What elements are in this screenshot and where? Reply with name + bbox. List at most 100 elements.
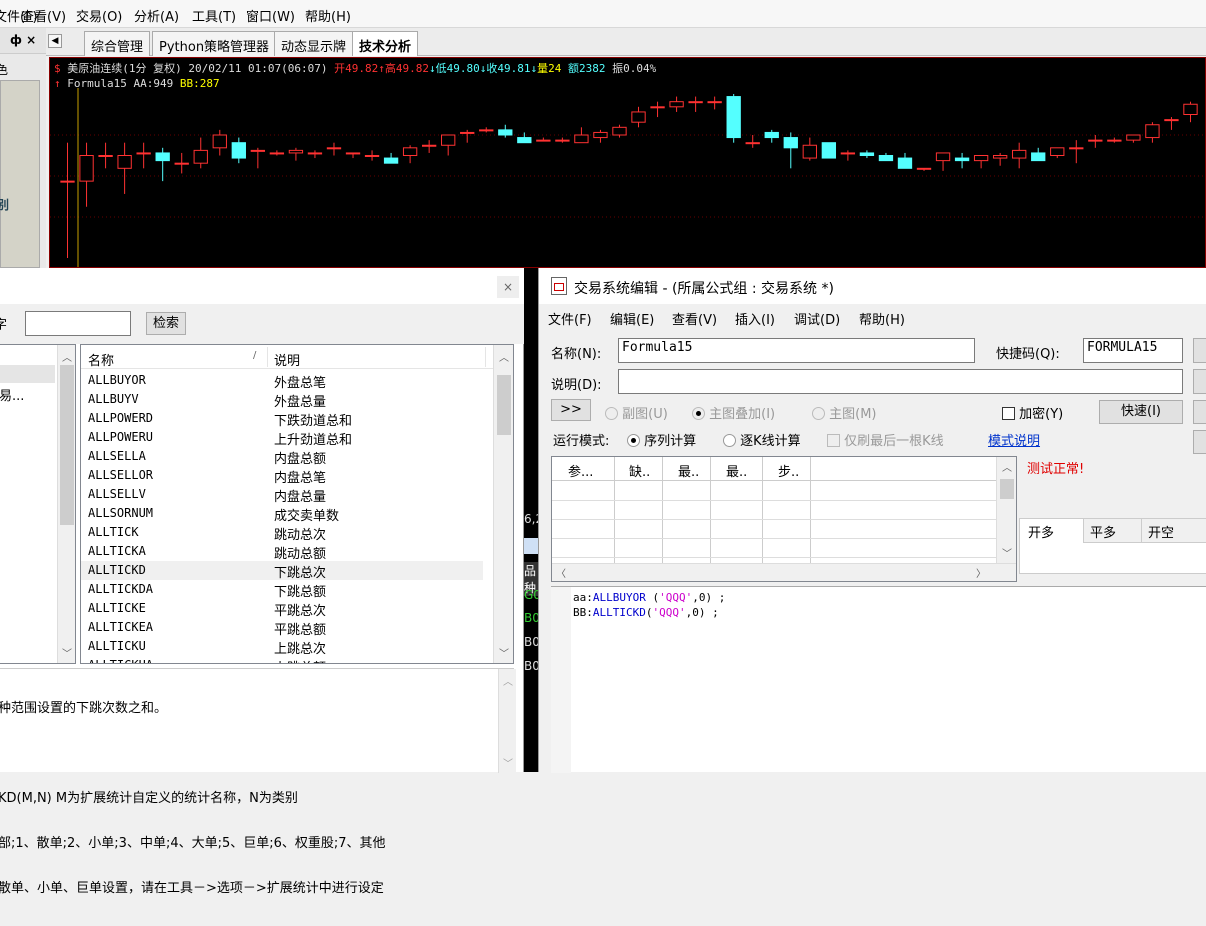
editor-menu-view[interactable]: 查看(V) [672,309,717,328]
candle [992,152,1008,166]
param-col-max[interactable]: 最.. [726,461,747,480]
kline-chart[interactable]: $ 美原油连续(1分 复权) 20/02/11 01:07(06:07) 开49… [49,57,1206,268]
editor-menu-help[interactable]: 帮助(H) [859,309,905,328]
tree-scroll-thumb[interactable] [60,365,74,525]
table-row[interactable]: ALLPOWERD 下跌劲道总和 [81,409,483,429]
menu-help[interactable]: 帮助(H) [305,6,351,25]
param-scroll-thumb[interactable] [1000,479,1014,499]
table-row[interactable]: ALLPOWERU 上升劲道总和 [81,428,483,448]
table-row[interactable]: ALLTICKA 跳动总额 [81,542,483,562]
mode-sequence-radio[interactable]: 序列计算 [627,430,696,449]
code-arg: 'QQQ' [652,606,686,619]
table-row[interactable]: ALLTICKUA 上跳总额 [81,656,483,663]
menu-window[interactable]: 窗口(W) [246,6,295,25]
tab-technical-analysis[interactable]: 技术分析 [352,31,419,56]
mode-kline-radio[interactable]: 逐K线计算 [723,430,801,449]
search-input[interactable] [25,311,131,336]
tree-item[interactable]: 易... [0,385,24,404]
menu-view[interactable]: 查看(V) [21,6,66,25]
scroll-down-icon[interactable]: ﹀ [503,755,513,770]
param-col-min[interactable]: 最.. [678,461,699,480]
table-row[interactable]: ALLSELLV 内盘总量 [81,485,483,505]
scroll-up-icon[interactable]: ︿ [1002,459,1012,474]
menu-trade[interactable]: 交易(O) [76,6,122,25]
param-grid-vscroll[interactable]: ︿ ﹀ [996,457,1016,563]
description-input[interactable] [618,369,1183,394]
scroll-down-icon[interactable]: ﹀ [1002,545,1012,560]
table-row[interactable]: ALLTICK 跳动总次 [81,523,483,543]
mode-help-link[interactable]: 模式说明 [988,430,1040,449]
signal-tab-open-long[interactable]: 开多 [1020,519,1084,543]
column-header-desc[interactable]: 说明 [274,350,300,369]
radio-main-overlay[interactable]: 主图叠加(I) [692,403,775,422]
column-header-name[interactable]: 名称 [88,350,114,369]
menu-analysis[interactable]: 分析(A) [134,6,179,25]
param-col-default[interactable]: 缺.. [629,461,650,480]
scroll-up-icon[interactable]: ︿ [503,673,513,688]
side-button-1[interactable] [1193,338,1206,363]
signal-tab-close-long[interactable]: 平多 [1084,519,1142,543]
param-grid-hscroll[interactable]: 〈 〉 [552,563,1016,581]
table-row[interactable]: ALLSELLOR 内盘总笔 [81,466,483,486]
param-grid[interactable]: 参... 缺.. 最.. 最.. 步.. ︿ ﹀ 〈 〉 [551,456,1017,582]
header-divider[interactable] [485,347,486,367]
dock-mark: 色 [0,63,9,77]
table-row[interactable]: ALLTICKDA 下跳总额 [81,580,483,600]
tab-overview[interactable]: 综合管理 [84,31,151,56]
header-divider[interactable] [267,347,268,367]
expand-button[interactable]: >> [551,399,591,421]
function-list[interactable]: 名称 / 说明 ALLBUYOR 外盘总笔 ALLBUYV 外盘总量 ALLPOWERD… [80,344,514,664]
table-row[interactable]: ALLSELLA 内盘总额 [81,447,483,467]
table-row[interactable]: ALLSORNUM 成交卖单数 [81,504,483,524]
tree-scrollbar[interactable]: ︿ ﹀ [57,345,75,663]
scroll-up-icon[interactable]: ︿ [62,349,72,364]
scroll-left-icon[interactable]: 〈 [556,565,566,580]
editor-menu-file[interactable]: 文件(F) [548,309,592,328]
only-last-checkbox[interactable]: 仅刷最后一根K线 [827,430,944,449]
tab-python-strategy[interactable]: Python策略管理器 [152,31,277,56]
param-col-step[interactable]: 步.. [778,461,799,480]
param-col-name[interactable]: 参... [568,461,593,480]
close-icon[interactable]: × [497,276,519,298]
table-row[interactable]: ALLTICKE 平跳总次 [81,599,483,619]
side-button-4[interactable] [1193,430,1206,454]
radio-overlay-label: 主图叠加(I) [709,407,776,422]
run-mode-label: 运行模式: [553,434,610,449]
tab-scroll-left-button[interactable]: ◀ [48,34,62,48]
menu-tools[interactable]: 工具(T) [192,6,236,25]
table-row[interactable]: ALLTICKD 下跳总次 [81,561,483,581]
encrypt-checkbox[interactable]: 加密(Y) [1002,403,1063,422]
scroll-right-icon[interactable]: 〉 [976,565,986,580]
quick-button[interactable]: 快速(I) [1099,400,1183,424]
description-scrollbar[interactable]: ︿ ﹀ [498,669,516,773]
candle-body [1031,152,1046,162]
scroll-up-icon[interactable]: ︿ [499,349,509,364]
code-editor[interactable]: aa:ALLBUYOR ('QQQ',0) ; BB:ALLTICKD('QQQ'… [551,586,1206,773]
side-button-2[interactable] [1193,369,1206,394]
chart-menu-icon[interactable]: $ [54,62,61,75]
formula-name-input[interactable]: Formula15 [618,338,975,363]
scroll-down-icon[interactable]: ﹀ [499,645,509,660]
search-button[interactable]: 检索 [146,312,186,335]
table-row[interactable]: ALLTICKU 上跳总次 [81,637,483,657]
dock-pin-close-button[interactable]: ф × [10,33,36,47]
editor-menu-debug[interactable]: 调试(D) [794,309,840,328]
category-tree[interactable]: 易... ︿ ﹀ [0,344,76,664]
scroll-down-icon[interactable]: ﹀ [62,645,72,660]
editor-menu-insert[interactable]: 插入(I) [735,309,775,328]
radio-sub-chart[interactable]: 副图(U) [605,403,668,422]
candle [555,137,570,143]
shortcut-input[interactable]: FORMULA15 [1083,338,1183,363]
candle-body [479,129,494,132]
function-scroll-thumb[interactable] [497,375,511,435]
table-row[interactable]: ALLBUYV 外盘总量 [81,390,483,410]
radio-main-chart[interactable]: 主图(M) [812,403,877,422]
tab-dynamic-board[interactable]: 动态显示牌 [274,31,354,56]
side-button-3[interactable] [1193,400,1206,424]
signal-tab-open-short[interactable]: 开空 [1142,519,1206,543]
editor-menu-edit[interactable]: 编辑(E) [610,309,654,328]
table-row[interactable]: ALLTICKEA 平跳总额 [81,618,483,638]
function-list-scrollbar[interactable]: ︿ ﹀ [493,345,513,663]
table-row[interactable]: ALLBUYOR 外盘总笔 [81,371,483,391]
indicator-arrow-icon[interactable]: ↑ [54,77,61,90]
